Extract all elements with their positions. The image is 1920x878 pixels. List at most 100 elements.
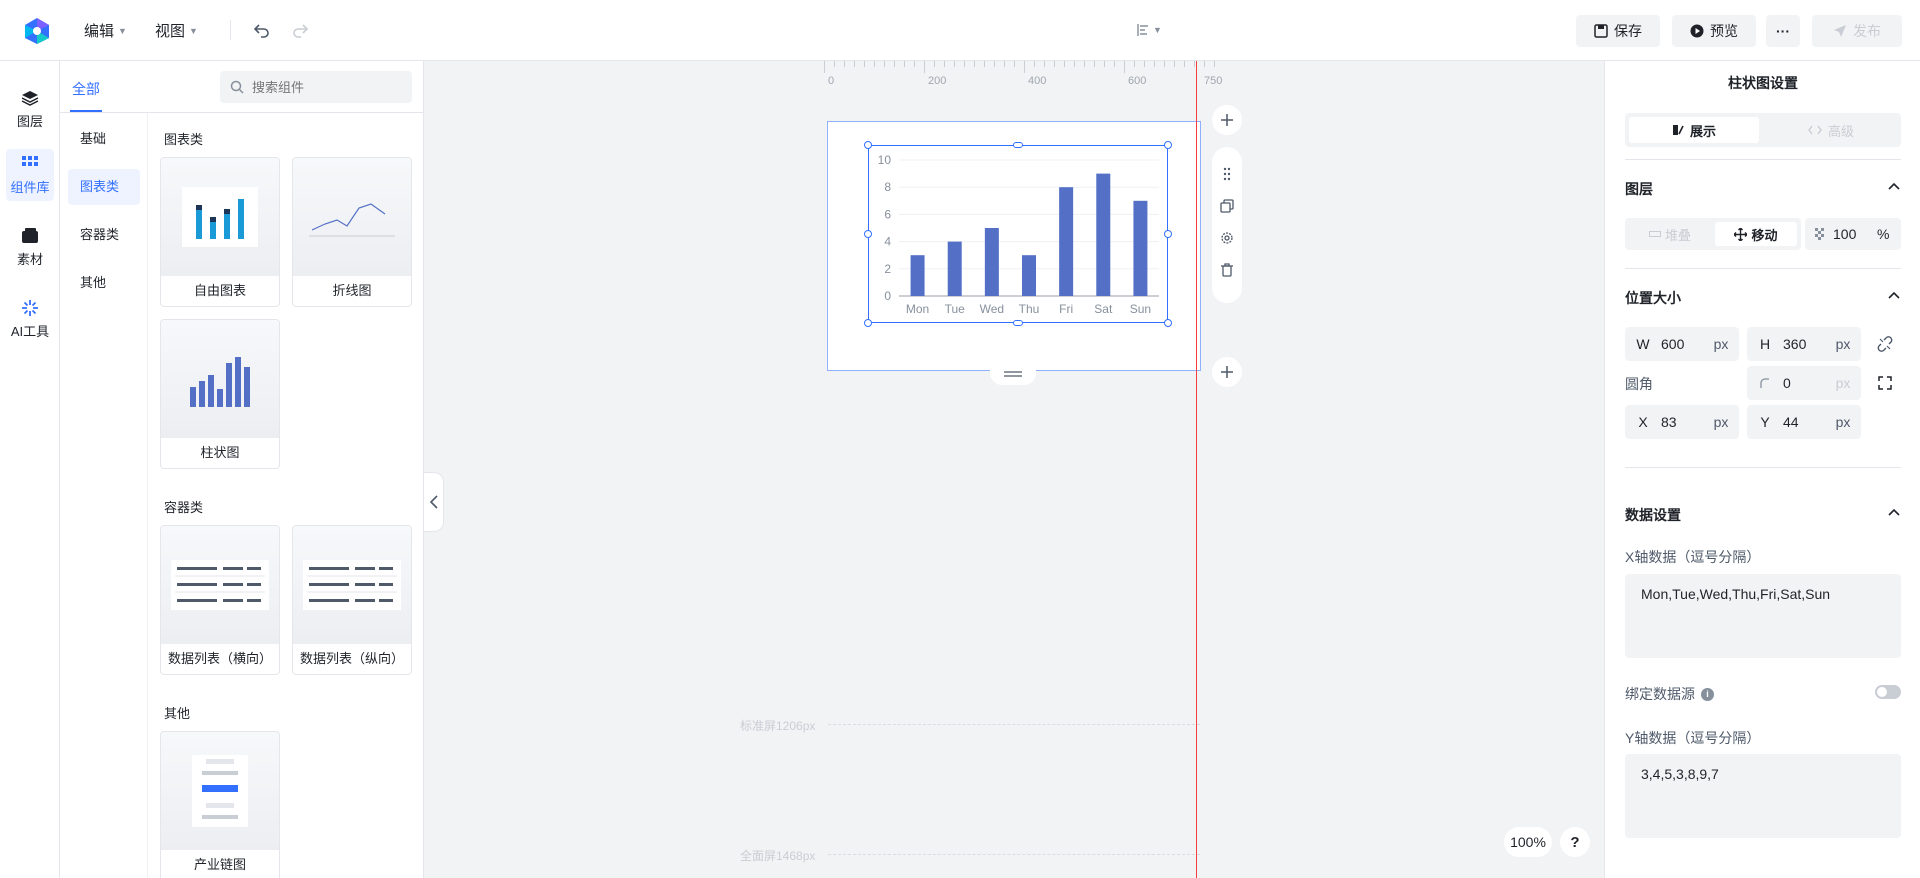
rail-item-components[interactable]: 组件库	[6, 149, 54, 201]
info-icon[interactable]: i	[1701, 687, 1714, 701]
component-card-line-chart[interactable]: 折线图	[292, 157, 412, 307]
selected-bar-chart[interactable]: 0 2 4 6 8 10 Mon Tue Wed Thu Fri Sat Sun	[868, 145, 1168, 323]
radius-field[interactable]: 0 px	[1747, 366, 1861, 400]
opacity-field[interactable]: 100 %	[1805, 218, 1901, 250]
chevron-up-icon[interactable]	[1888, 288, 1900, 302]
chevron-up-icon[interactable]	[1888, 179, 1900, 193]
y-data-textarea[interactable]: 3,4,5,3,8,9,7	[1625, 754, 1901, 838]
rail-item-layers[interactable]: 图层	[6, 83, 54, 135]
horizontal-ruler: 0 200 400 600 750	[824, 61, 1222, 91]
card-label: 数据列表（横向）	[167, 651, 272, 666]
delete-icon[interactable]	[1220, 263, 1234, 277]
bind-datasource-toggle[interactable]	[1875, 685, 1901, 699]
resize-handle[interactable]	[1013, 142, 1023, 148]
component-card-free-chart[interactable]: 自由图表	[160, 157, 280, 307]
resize-bar-handle[interactable]	[990, 363, 1036, 385]
section-title-others: 其他	[164, 706, 191, 721]
settings-icon[interactable]	[1220, 231, 1234, 245]
view-menu[interactable]: 视图 ▼	[155, 20, 198, 41]
save-button[interactable]: 保存	[1576, 15, 1660, 47]
x-field[interactable]: X 83 px	[1625, 405, 1739, 439]
edit-menu[interactable]: 编辑 ▼	[84, 20, 127, 41]
category-list: 基础 图表类 容器类 其他	[60, 113, 148, 878]
category-containers[interactable]: 容器类	[68, 217, 140, 253]
search-input[interactable]	[252, 79, 402, 95]
category-label: 基础	[80, 131, 107, 146]
ruler-tick	[854, 61, 855, 67]
copy-icon[interactable]	[1220, 199, 1234, 213]
add-above-button[interactable]	[1212, 105, 1242, 135]
app-logo[interactable]	[22, 16, 52, 46]
search-box[interactable]	[220, 71, 412, 103]
radius-label: 圆角	[1625, 376, 1653, 392]
rail-item-ai-tools[interactable]: AI工具	[6, 293, 54, 345]
design-canvas[interactable]: 0 200 400 600 750 0 2 4 6 8 10 Mon Tue Wed Thu Fri…	[424, 61, 1604, 878]
card-label: 产业链图	[193, 857, 246, 872]
ruler-tick	[1114, 61, 1115, 67]
ruler-tick	[1004, 61, 1005, 67]
corner-radius-icon	[1760, 378, 1769, 388]
resize-handle[interactable]	[864, 230, 872, 238]
drag-icon[interactable]	[1220, 167, 1234, 181]
width-guide-line	[1196, 61, 1197, 878]
y-tick-label: 10	[878, 153, 892, 167]
resize-handle[interactable]	[1164, 230, 1172, 238]
resize-handle[interactable]	[1013, 320, 1023, 326]
ruler-tick	[944, 61, 945, 67]
resize-handle[interactable]	[1164, 141, 1172, 149]
chevron-up-icon[interactable]	[1888, 505, 1900, 519]
ruler-tick	[1164, 61, 1165, 67]
category-charts[interactable]: 图表类	[68, 169, 140, 205]
bar-chart-svg: 0 2 4 6 8 10 Mon Tue Wed Thu Fri Sat Sun	[878, 153, 1159, 316]
align-menu[interactable]: ▼	[1136, 20, 1166, 40]
tab-all[interactable]: 全部	[72, 79, 100, 99]
help-button[interactable]: ?	[1560, 827, 1590, 857]
ruler-tick	[1144, 61, 1145, 67]
bar	[1096, 173, 1111, 296]
undo-icon[interactable]	[252, 20, 272, 40]
layers-icon	[21, 90, 39, 106]
save-label: 保存	[1614, 23, 1642, 39]
resize-handle[interactable]	[864, 319, 872, 327]
card-label: 折线图	[332, 283, 372, 298]
tab-display[interactable]: 展示	[1629, 117, 1759, 143]
preview-button[interactable]: 预览	[1672, 15, 1756, 47]
publish-button[interactable]: 发布	[1812, 15, 1902, 47]
component-card-bar-chart[interactable]: 柱状图	[160, 319, 280, 469]
list-vertical-thumbnail	[293, 526, 411, 644]
ruler-tick	[884, 61, 885, 67]
width-field[interactable]: W 600 px	[1625, 327, 1739, 361]
link-ratio-icon[interactable]	[1877, 336, 1893, 352]
height-field[interactable]: H 360 px	[1747, 327, 1861, 361]
section-title-data: 数据设置	[1625, 507, 1681, 523]
add-below-button[interactable]	[1212, 357, 1242, 387]
divider	[1625, 467, 1901, 468]
component-card-list-vertical[interactable]: 数据列表（纵向）	[292, 525, 412, 675]
zoom-indicator[interactable]: 100%	[1504, 827, 1552, 857]
category-basic[interactable]: 基础	[68, 121, 140, 157]
y-field[interactable]: Y 44 px	[1747, 405, 1861, 439]
component-card-industry-chain[interactable]: 产业链图	[160, 731, 280, 878]
redo-icon[interactable]	[290, 20, 310, 40]
tab-advanced[interactable]: 高级	[1765, 117, 1897, 143]
resize-handle[interactable]	[864, 141, 872, 149]
resize-handle[interactable]	[1164, 319, 1172, 327]
x-label: X	[1638, 414, 1648, 430]
layer-stack-option[interactable]: 堆叠	[1629, 222, 1711, 246]
rail-item-assets[interactable]: 素材	[6, 221, 54, 273]
more-button[interactable]: ···	[1766, 15, 1800, 47]
category-others[interactable]: 其他	[68, 265, 140, 301]
edit-menu-label: 编辑	[84, 23, 115, 40]
expand-corners-icon[interactable]	[1877, 375, 1893, 391]
component-toolbar	[1212, 147, 1242, 303]
x-data-textarea[interactable]: Mon,Tue,Wed,Thu,Fri,Sat,Sun	[1625, 574, 1901, 658]
ruler-label: 750	[1204, 75, 1223, 87]
ruler-tick	[1104, 61, 1105, 67]
layer-move-option[interactable]: 移动	[1715, 222, 1797, 246]
send-icon	[1834, 25, 1846, 37]
component-card-list-horizontal[interactable]: 数据列表（横向）	[160, 525, 280, 675]
ruler-label: 200	[928, 75, 947, 87]
divider	[1625, 159, 1901, 160]
bar	[1022, 255, 1036, 296]
collapse-panel-button[interactable]	[424, 472, 444, 532]
